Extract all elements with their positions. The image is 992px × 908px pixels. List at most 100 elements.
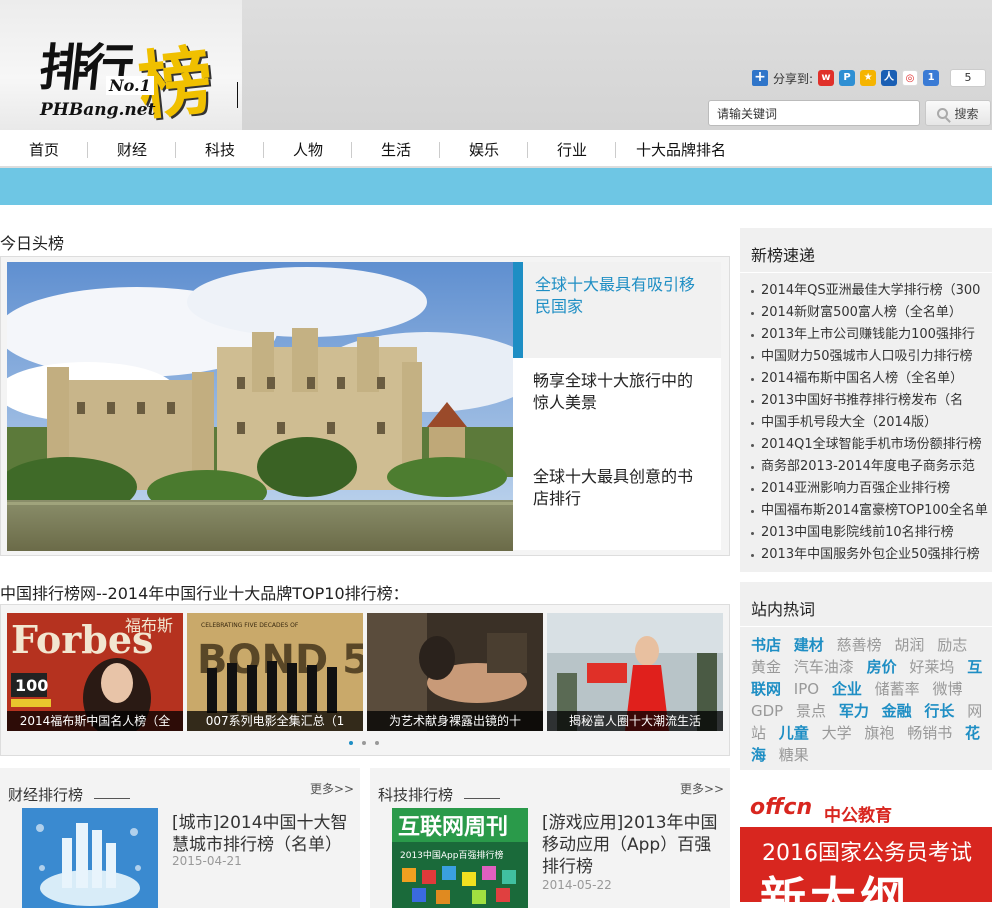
carousel-dot[interactable]: [362, 741, 366, 745]
hot-words-cloud: 书店 建材 慈善榜 胡润 励志 黄金 汽车油漆 房价 好莱坞 互联网 IPO 企…: [751, 634, 983, 766]
hot-word-link[interactable]: 储蓄率: [875, 680, 920, 698]
carousel-item[interactable]: 为艺术献身裸露出镜的十: [367, 613, 543, 731]
hot-word-link[interactable]: 建材: [794, 636, 824, 654]
share-bar: + 分享到: w P ★ 人 ◎ 1 5: [752, 68, 987, 88]
nav-item-industry[interactable]: 行业: [528, 130, 616, 166]
headlines-title: 今日头榜: [0, 234, 65, 253]
list-item[interactable]: 2013年中国服务外包企业50强排行榜: [750, 544, 988, 566]
search-input[interactable]: [708, 100, 920, 126]
more-link[interactable]: 更多>>: [310, 780, 354, 797]
site-header: 排行 榜 No.1 PHBang.net + 分享到: w P ★ 人 ◎ 1 …: [0, 0, 992, 131]
nav-banner-band: [0, 168, 992, 205]
carousel-caption[interactable]: 007系列电影全集汇总（1: [187, 711, 363, 731]
hot-word-link[interactable]: 黄金: [751, 658, 781, 676]
panel-item-title[interactable]: [城市]2014中国十大智慧城市排行榜（名单）: [172, 812, 350, 856]
nav-item-finance[interactable]: 财经: [88, 130, 176, 166]
hot-word-link[interactable]: 房价: [867, 658, 897, 676]
nav-item-people[interactable]: 人物: [264, 130, 352, 166]
hot-word-link[interactable]: 景点: [796, 702, 826, 720]
panel-title: 财经排行榜: [8, 786, 84, 804]
hot-word-link[interactable]: GDP: [751, 702, 783, 720]
hot-word-link[interactable]: 大学: [822, 724, 852, 742]
hot-word-link[interactable]: 行长: [924, 702, 954, 720]
list-item[interactable]: 2014新财富500富人榜（全名单）: [750, 302, 988, 324]
new-rankings-title: 新榜速递: [751, 246, 816, 265]
hot-word-link[interactable]: 企业: [832, 680, 862, 698]
magazine-title: 互联网周刊: [398, 815, 508, 840]
share-plus-icon[interactable]: +: [752, 70, 768, 86]
panel-thumbnail[interactable]: [22, 808, 158, 908]
list-item[interactable]: 中国福布斯2014富豪榜TOP100全名单: [750, 500, 988, 522]
hot-word-link[interactable]: 好莱坞: [909, 658, 954, 676]
panel-divider: [94, 798, 130, 799]
headline-story[interactable]: 全球十大最具创意的书店排行: [513, 454, 721, 550]
share-count: 5: [950, 69, 987, 87]
hot-word-link[interactable]: 旗袍: [864, 724, 894, 742]
carousel-item[interactable]: Forbes 福布斯 100 2014福布斯中国名人榜（全: [7, 613, 183, 731]
list-item[interactable]: 2013年上市公司赚钱能力100强排行: [750, 324, 988, 346]
nav-item-top-brands[interactable]: 十大品牌排名: [616, 130, 746, 166]
new-rankings-box: 新榜速递 2014年QS亚洲最佳大学排行榜（300 2014新财富500富人榜（…: [740, 228, 992, 572]
hot-word-link[interactable]: 胡润: [894, 636, 924, 654]
carousel-item[interactable]: 揭秘富人圈十大潮流生活: [547, 613, 723, 731]
baidu-icon[interactable]: 1: [923, 70, 940, 86]
tencent-weibo-icon[interactable]: ◎: [902, 70, 919, 86]
hero-image[interactable]: [7, 262, 513, 551]
finance-ranking-panel: 财经排行榜 更多>> [城市]2014中国十大智慧城市排行榜（名单） 2015-…: [0, 768, 360, 908]
hot-word-link[interactable]: 儿童: [779, 724, 809, 742]
list-item[interactable]: 2013中国电影院线前10名排行榜: [750, 522, 988, 544]
hot-word-link[interactable]: 励志: [937, 636, 967, 654]
panel-item-title[interactable]: [游戏应用]2013年中国移动应用（App）百强排行榜: [542, 812, 720, 878]
list-item[interactable]: 中国财力50强城市人口吸引力排行榜: [750, 346, 988, 368]
weibo-icon[interactable]: w: [818, 70, 835, 86]
carousel-dot[interactable]: [375, 741, 379, 745]
panel-item-date: 2015-04-21: [172, 854, 242, 868]
list-item[interactable]: 2014福布斯中国名人榜（全名单）: [750, 368, 988, 390]
magazine-subtitle: 2013中国App百强排行榜: [400, 849, 504, 861]
carousel-caption[interactable]: 为艺术献身裸露出镜的十: [367, 711, 543, 731]
logo-divider: [237, 82, 238, 108]
panel-title: 科技排行榜: [378, 786, 454, 804]
hot-word-link[interactable]: 汽车油漆: [794, 658, 854, 676]
hot-word-link[interactable]: 慈善榜: [837, 636, 882, 654]
nav-item-home[interactable]: 首页: [0, 130, 88, 166]
ad-header: offcn 中公教育: [740, 781, 992, 827]
search-button[interactable]: 搜索: [925, 100, 991, 126]
carousel-caption[interactable]: 2014福布斯中国名人榜（全: [7, 711, 183, 731]
renren-icon[interactable]: 人: [881, 70, 898, 86]
qzone-icon[interactable]: ★: [860, 70, 877, 86]
list-item[interactable]: 2013中国好书推荐排行榜发布（名: [750, 390, 988, 412]
hot-word-link[interactable]: 糖果: [779, 746, 809, 764]
hot-word-link[interactable]: 军力: [839, 702, 869, 720]
box-divider: [740, 272, 992, 273]
hot-word-link[interactable]: 书店: [751, 636, 781, 654]
box-divider: [740, 626, 992, 627]
hot-word-link[interactable]: 金融: [882, 702, 912, 720]
forbes-cn-text: 福布斯: [125, 616, 173, 635]
carousel-caption[interactable]: 揭秘富人圈十大潮流生活: [547, 711, 723, 731]
headline-story[interactable]: 全球十大最具有吸引移民国家: [513, 262, 721, 358]
pengyou-icon[interactable]: P: [839, 70, 856, 86]
hot-word-link[interactable]: 微博: [932, 680, 962, 698]
offcn-ad-banner[interactable]: offcn 中公教育 2016国家公务员考试 新大纲: [740, 781, 992, 902]
carousel-dot[interactable]: [349, 741, 353, 745]
headline-story[interactable]: 畅享全球十大旅行中的惊人美景: [513, 358, 721, 454]
share-label: 分享到:: [773, 71, 814, 86]
panel-thumbnail[interactable]: 互联网周刊 2013中国App百强排行榜: [392, 808, 528, 908]
nav-item-life[interactable]: 生活: [352, 130, 440, 166]
hot-words-title: 站内热词: [751, 600, 816, 619]
site-logo[interactable]: 排行 榜 No.1 PHBang.net: [0, 0, 242, 131]
bond-subtitle: CELEBRATING FIVE DECADES OF: [201, 622, 299, 629]
more-link[interactable]: 更多>>: [680, 780, 724, 797]
list-item[interactable]: 中国手机号段大全（2014版）: [750, 412, 988, 434]
nav-item-entertainment[interactable]: 娱乐: [440, 130, 528, 166]
hot-word-link[interactable]: IPO: [794, 680, 819, 698]
carousel-item[interactable]: CELEBRATING FIVE DECADES OF BOND 50 007系…: [187, 613, 363, 731]
list-item[interactable]: 商务部2013-2014年度电子商务示范: [750, 456, 988, 478]
list-item[interactable]: 2014亚洲影响力百强企业排行榜: [750, 478, 988, 500]
list-item[interactable]: 2014年QS亚洲最佳大学排行榜（300: [750, 280, 988, 302]
forbes-badge: 100: [15, 676, 48, 695]
nav-item-tech[interactable]: 科技: [176, 130, 264, 166]
hot-word-link[interactable]: 畅销书: [907, 724, 952, 742]
list-item[interactable]: 2014Q1全球智能手机市场份额排行榜: [750, 434, 988, 456]
